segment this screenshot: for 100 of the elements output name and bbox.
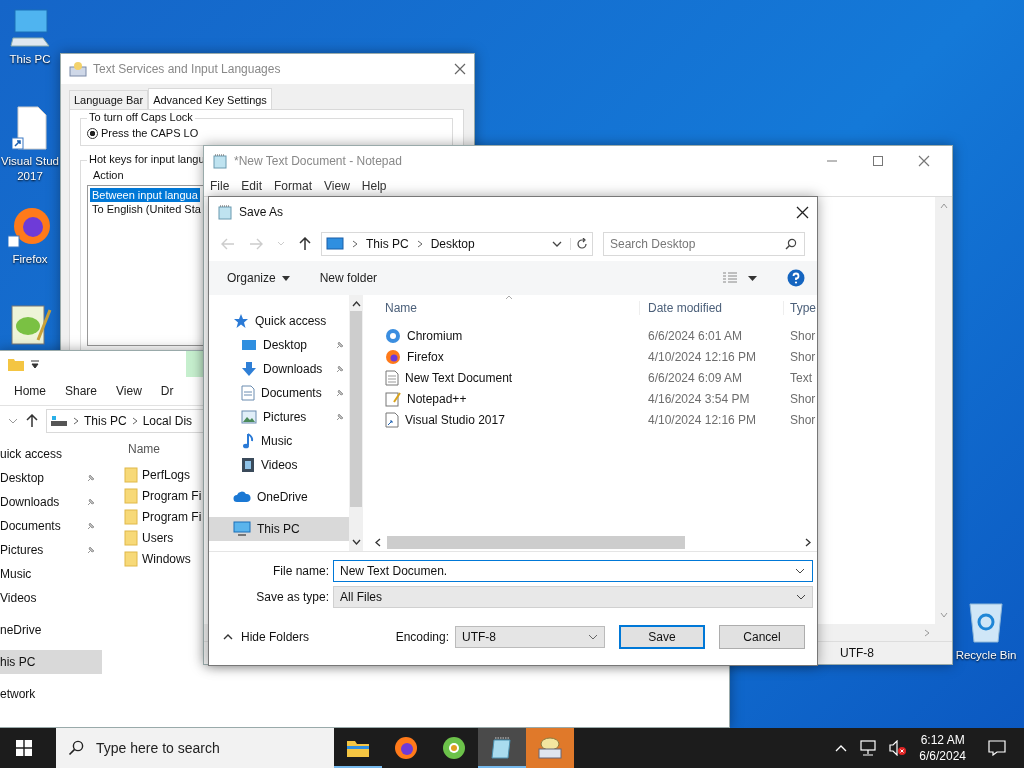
computer-icon[interactable] (9, 8, 51, 48)
scrollbar[interactable] (349, 295, 363, 551)
cancel-button[interactable]: Cancel (719, 624, 805, 649)
breadcrumb[interactable]: Local Dis (142, 414, 193, 428)
file-name[interactable]: Firefox (407, 349, 444, 364)
column-header[interactable]: Date modified (639, 301, 783, 315)
icon-label[interactable]: This PC (9, 52, 51, 67)
nav-label[interactable]: Pictures (0, 543, 44, 557)
column-header[interactable]: Name (377, 301, 639, 315)
icon-label[interactable]: Firefox (12, 252, 48, 267)
radio-label[interactable]: Press the CAPS LO (101, 127, 199, 139)
nav-label[interactable]: Downloads (0, 495, 60, 509)
ribbon-tab[interactable]: View (110, 377, 155, 405)
nav-item[interactable]: Music (209, 429, 349, 453)
icon-label[interactable]: Visual Stud 2017 (1, 154, 59, 184)
nav-label[interactable]: Videos (0, 591, 37, 605)
refresh-icon[interactable] (570, 238, 588, 250)
maximize-icon[interactable] (872, 155, 884, 167)
file-name[interactable]: Notepad++ (407, 391, 467, 406)
nav-label[interactable]: uick access (0, 447, 63, 461)
search-field[interactable]: Search Desktop (603, 232, 805, 256)
nav-item[interactable]: Desktop (209, 333, 349, 357)
ribbon-tab[interactable]: Home (8, 377, 59, 405)
file-name[interactable]: New Text Document (405, 370, 513, 385)
scroll-right-icon[interactable] (805, 538, 811, 547)
nav-item[interactable]: Pictures (0, 538, 102, 562)
column-header[interactable]: Name (124, 442, 202, 464)
hide-folders-button[interactable]: Hide Folders (221, 627, 312, 646)
folder-name[interactable]: PerfLogs (142, 467, 191, 482)
network-icon[interactable] (859, 740, 878, 756)
encoding-dropdown[interactable]: UTF-8 (455, 625, 605, 648)
nav-label[interactable]: neDrive (0, 623, 42, 637)
file-name[interactable]: Visual Studio 2017 (405, 412, 505, 427)
folder-name[interactable]: Windows (142, 551, 191, 566)
scrollbar-thumb[interactable] (350, 311, 362, 507)
nav-item[interactable]: uick access (0, 442, 102, 466)
ribbon-tab[interactable]: Dr (154, 377, 187, 405)
help-icon[interactable] (787, 269, 805, 287)
nav-label[interactable]: his PC (0, 655, 36, 669)
caret-icon[interactable] (748, 275, 757, 281)
new-folder-button[interactable]: New folder (309, 269, 388, 287)
chevron-up-icon[interactable] (835, 744, 848, 752)
icon-label[interactable]: Recycle Bin (955, 648, 1017, 663)
menu-item[interactable]: View (324, 179, 350, 193)
radio-button[interactable] (87, 127, 98, 139)
list-item[interactable]: To English (United Sta (90, 202, 203, 216)
list-item[interactable]: Between input langua (90, 188, 200, 202)
address-bar[interactable]: This PC Desktop (321, 232, 593, 256)
taskbar-app-button[interactable] (478, 728, 526, 768)
folder-name[interactable]: Program Fi (142, 509, 202, 524)
nav-item[interactable]: etwork (0, 682, 102, 706)
close-icon[interactable] (796, 205, 809, 219)
file-type-dropdown[interactable]: All Files (333, 586, 813, 608)
clock-date[interactable]: 6/6/2024 (919, 748, 966, 764)
dropdown-icon[interactable] (30, 359, 40, 369)
up-arrow-icon[interactable] (299, 237, 311, 251)
file-name-field[interactable]: New Text Documen. (333, 560, 813, 582)
menu-item[interactable]: Help (361, 179, 387, 193)
windows-logo-icon[interactable] (16, 740, 32, 756)
nav-item[interactable]: Quick access (209, 309, 349, 333)
ribbon-tab[interactable]: Share (59, 377, 111, 405)
nav-label[interactable]: Desktop (0, 471, 45, 485)
scrollbar-thumb[interactable] (387, 536, 685, 549)
chevron-down-icon[interactable] (795, 568, 805, 574)
nav-label[interactable]: Documents (0, 519, 61, 533)
nav-item[interactable]: Documents (0, 514, 102, 538)
nav-item[interactable]: Videos (0, 586, 102, 610)
scroll-down-icon[interactable] (351, 539, 361, 545)
nav-item[interactable]: Pictures (209, 405, 349, 429)
breadcrumb[interactable]: This PC (84, 414, 127, 428)
up-arrow-icon[interactable] (26, 414, 38, 428)
breadcrumb[interactable]: This PC (366, 237, 409, 251)
nav-item[interactable]: neDrive (0, 618, 102, 642)
nav-item[interactable]: Downloads (209, 357, 349, 381)
nav-label[interactable]: etwork (0, 687, 36, 701)
notification-icon[interactable] (988, 740, 1006, 756)
nav-item[interactable]: Downloads (0, 490, 102, 514)
nav-item[interactable]: This PC (209, 517, 349, 541)
menu-item[interactable]: Edit (241, 179, 263, 193)
breadcrumb[interactable]: Desktop (430, 237, 475, 251)
tab[interactable]: Language Bar (69, 90, 149, 109)
notepad-icon[interactable] (8, 302, 52, 346)
nav-item[interactable]: Music (0, 562, 102, 586)
clock-time[interactable]: 6:12 AM (920, 732, 965, 748)
nav-label[interactable]: Music (0, 567, 32, 581)
nav-item[interactable]: Desktop (0, 466, 102, 490)
folder-name[interactable]: Users (142, 530, 174, 545)
scroll-left-icon[interactable] (375, 538, 381, 547)
nav-item[interactable]: Videos (209, 453, 349, 477)
menu-item[interactable]: File (210, 179, 230, 193)
save-button[interactable]: Save (619, 624, 705, 649)
search-field[interactable]: Type here to search (56, 728, 334, 768)
nav-item[interactable]: his PC (0, 650, 102, 674)
folder-name[interactable]: Program Fi (142, 488, 202, 503)
tab[interactable]: Advanced Key Settings (148, 88, 272, 109)
volume-muted-icon[interactable] (889, 740, 908, 756)
menu-item[interactable]: Format (274, 179, 313, 193)
document-icon[interactable] (12, 106, 48, 150)
organize-button[interactable]: Organize (217, 269, 300, 287)
nav-item[interactable]: Documents (209, 381, 349, 405)
